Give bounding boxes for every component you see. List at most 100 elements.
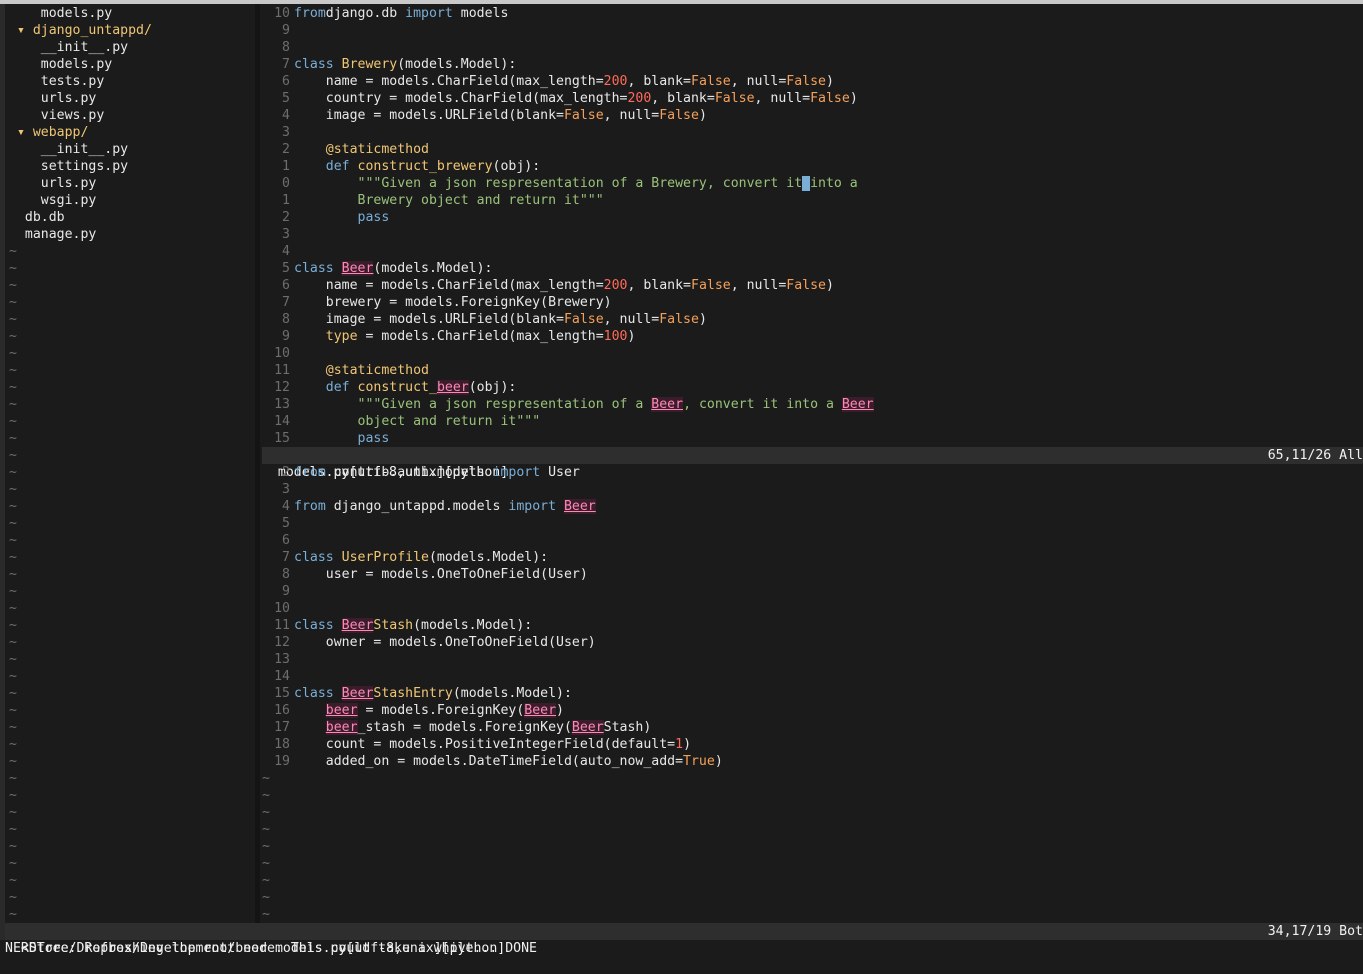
- code-token: django_untappd.models: [325, 499, 509, 514]
- tree-file-item[interactable]: urls.py: [5, 90, 255, 107]
- search-highlight: Beer: [563, 499, 596, 514]
- code-line[interactable]: 18 count = models.PositiveIntegerField(d…: [262, 736, 1363, 753]
- tree-expand-arrow-icon[interactable]: ▾: [17, 23, 33, 38]
- code-line[interactable]: 3: [262, 481, 1363, 498]
- line-number: 2: [282, 210, 290, 225]
- tree-file-item[interactable]: views.py: [5, 107, 255, 124]
- code-line[interactable]: 3: [262, 124, 1363, 141]
- code-line[interactable]: 6 name = models.CharField(max_length=200…: [262, 73, 1363, 90]
- code-line[interactable]: 8 user = models.OneToOneField(User): [262, 566, 1363, 583]
- code-line[interactable]: 10: [262, 345, 1363, 362]
- empty-line-tilde: ~: [262, 771, 270, 786]
- code-line[interactable]: 14 object and return it""": [262, 413, 1363, 430]
- tree-file-item[interactable]: db.db: [5, 209, 255, 226]
- vertical-split-divider[interactable]: [255, 4, 260, 923]
- code-token: 200: [627, 91, 652, 106]
- tree-expand-arrow-icon[interactable]: ▾: [17, 125, 33, 140]
- code-line[interactable]: 0 """Given a json respresentation of a B…: [262, 175, 1363, 192]
- code-line[interactable]: 1 def construct_brewery(obj):: [262, 158, 1363, 175]
- empty-line-tilde: ~: [9, 244, 17, 259]
- empty-line-tilde: ~: [9, 890, 17, 905]
- empty-line-tilde: ~: [9, 346, 17, 361]
- line-number: 3: [282, 125, 290, 140]
- tree-file-item[interactable]: __init__.py: [5, 141, 255, 158]
- code-line[interactable]: 9: [262, 22, 1363, 39]
- code-line[interactable]: 8 image = models.URLField(blank=False, n…: [262, 311, 1363, 328]
- code-token: class: [294, 550, 342, 565]
- code-line[interactable]: 5 class Beer(models.Model):: [262, 260, 1363, 277]
- code-line[interactable]: 10: [262, 600, 1363, 617]
- code-line[interactable]: 10 fromdjango.db import models: [262, 5, 1363, 22]
- code-line[interactable]: 2 @staticmethod: [262, 141, 1363, 158]
- tree-file-item[interactable]: manage.py: [5, 226, 255, 243]
- code-line[interactable]: 5: [262, 515, 1363, 532]
- code-line[interactable]: 9: [262, 583, 1363, 600]
- code-line[interactable]: 7 class UserProfile(models.Model):: [262, 549, 1363, 566]
- code-line[interactable]: 16 beer = models.ForeignKey(Beer): [262, 702, 1363, 719]
- code-line[interactable]: 4: [262, 243, 1363, 260]
- tree-file-name: urls.py: [40, 176, 97, 191]
- code-line[interactable]: 11 @staticmethod: [262, 362, 1363, 379]
- editor-pane-top[interactable]: 10 fromdjango.db import models 9 8 7 class Br…: [262, 5, 1363, 447]
- code-line[interactable]: 12 def construct_beer(obj):: [262, 379, 1363, 396]
- code-line[interactable]: 17 beer_stash = models.ForeignKey(BeerSt…: [262, 719, 1363, 736]
- code-line[interactable]: 9 type = models.CharField(max_length=100…: [262, 328, 1363, 345]
- window-top-bar: [0, 0, 1363, 4]
- tree-file-item[interactable]: models.py: [5, 5, 255, 22]
- nerdtree-file-tree[interactable]: models.py ▾ django_untappd/ __init__.py …: [5, 5, 255, 923]
- code-token: , null=: [730, 278, 787, 293]
- code-line[interactable]: 13 """Given a json respresentation of a …: [262, 396, 1363, 413]
- code-line[interactable]: 13: [262, 651, 1363, 668]
- tree-file-item[interactable]: settings.py: [5, 158, 255, 175]
- status-line-bottom: <Store/Dropbox/Development/beer models.p…: [5, 923, 1363, 956]
- code-line[interactable]: 8: [262, 39, 1363, 56]
- code-line[interactable]: 3: [262, 226, 1363, 243]
- code-token: import: [492, 465, 541, 480]
- code-line[interactable]: 2 from contrib.auth.models import User: [262, 464, 1363, 481]
- tree-file-item[interactable]: tests.py: [5, 73, 255, 90]
- line-number: 6: [282, 533, 290, 548]
- tree-file-item[interactable]: models.py: [5, 56, 255, 73]
- line-number: 5: [282, 261, 290, 276]
- tree-file-item[interactable]: wsgi.py: [5, 192, 255, 209]
- search-highlight: Beer: [524, 703, 557, 718]
- tree-file-item[interactable]: __init__.py: [5, 39, 255, 56]
- tree-dir-name: django_untappd/: [32, 23, 152, 38]
- code-line[interactable]: 15 pass: [262, 430, 1363, 447]
- code-line[interactable]: 2 pass: [262, 209, 1363, 226]
- code-line[interactable]: 7 brewery = models.ForeignKey(Brewery): [262, 294, 1363, 311]
- code-line[interactable]: 15 class BeerStashEntry(models.Model):: [262, 685, 1363, 702]
- code-line[interactable]: 1 Brewery object and return it""": [262, 192, 1363, 209]
- empty-line-tilde: ~: [9, 499, 17, 514]
- line-number: 14: [274, 669, 290, 684]
- code-token: import: [405, 6, 453, 21]
- code-line[interactable]: 5 country = models.CharField(max_length=…: [262, 90, 1363, 107]
- editor-pane-bottom[interactable]: 2 from contrib.auth.models import User 3 4 f…: [262, 464, 1363, 923]
- code-token: False: [563, 108, 604, 123]
- code-line[interactable]: 14: [262, 668, 1363, 685]
- tree-dir-item[interactable]: ▾ webapp/: [5, 124, 255, 141]
- code-line[interactable]: 19 added_on = models.DateTimeField(auto_…: [262, 753, 1363, 770]
- code-line[interactable]: 6 name = models.CharField(max_length=200…: [262, 277, 1363, 294]
- tree-dir-item[interactable]: ▾ django_untappd/: [5, 22, 255, 39]
- code-line[interactable]: 6: [262, 532, 1363, 549]
- code-token: image = models.URLField(blank=: [294, 108, 564, 123]
- empty-line-tilde: ~: [262, 873, 270, 888]
- code-token: , null=: [754, 91, 811, 106]
- tree-file-item[interactable]: urls.py: [5, 175, 255, 192]
- code-line[interactable]: 4 image = models.URLField(blank=False, n…: [262, 107, 1363, 124]
- empty-line-tilde: ~: [9, 805, 17, 820]
- line-number: 14: [274, 414, 290, 429]
- code-line[interactable]: 4 from django_untappd.models import Beer: [262, 498, 1363, 515]
- code-line[interactable]: 11 class BeerStash(models.Model):: [262, 617, 1363, 634]
- code-token: False: [691, 74, 731, 89]
- tree-file-name: models.py: [40, 6, 113, 21]
- code-token: """Given a json respresentation of a: [357, 397, 652, 412]
- code-line[interactable]: 7 class Brewery(models.Model):: [262, 56, 1363, 73]
- search-highlight: Beer: [341, 261, 374, 276]
- code-token: django.db: [325, 6, 406, 21]
- code-line[interactable]: 12 owner = models.OneToOneField(User): [262, 634, 1363, 651]
